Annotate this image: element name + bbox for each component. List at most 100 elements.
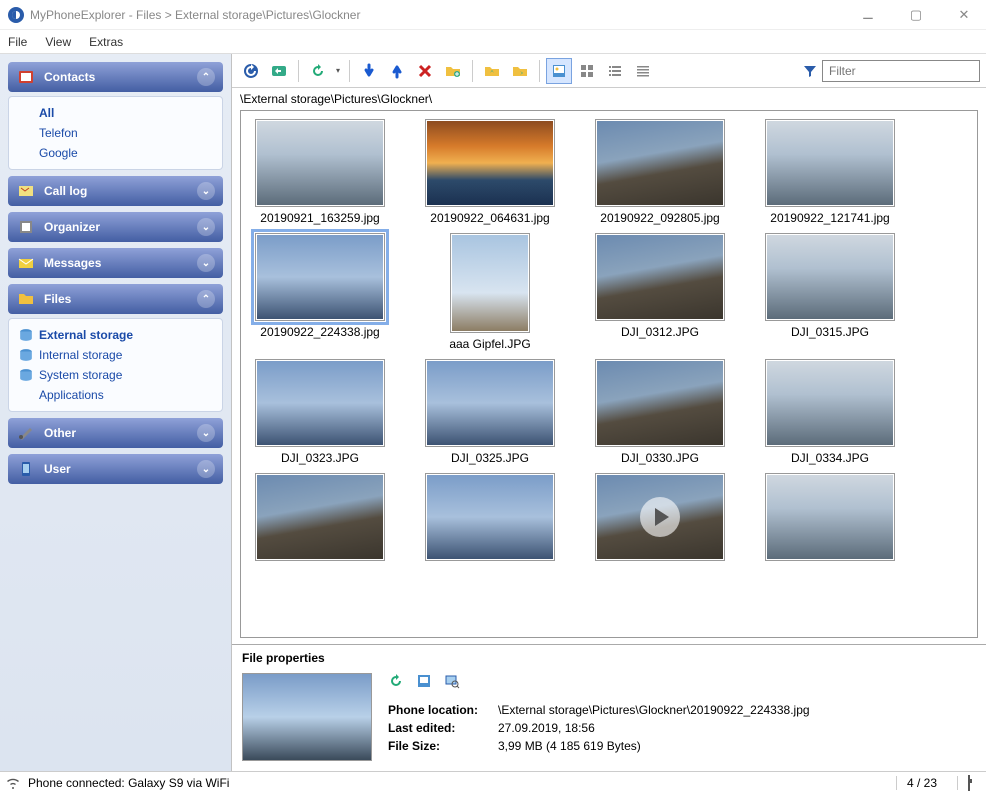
thumbnail[interactable] — [765, 233, 895, 321]
sidebar-item-internal-storage[interactable]: Internal storage — [19, 345, 212, 365]
file-item[interactable]: 20190922_121741.jpg — [755, 119, 905, 225]
thumbnail[interactable] — [595, 473, 725, 561]
window-maximize-icon[interactable]: ▢ — [902, 7, 930, 23]
file-item[interactable]: DJI_0312.JPG — [585, 233, 735, 351]
thumbnail[interactable] — [450, 233, 530, 333]
file-name: DJI_0312.JPG — [621, 325, 699, 339]
file-item[interactable]: aaa Gipfel.JPG — [415, 233, 565, 351]
sidebar-panel-other[interactable]: Other⌄ — [8, 418, 223, 448]
file-grid-container[interactable]: 20190921_163259.jpg 20190922_064631.jpg 20… — [240, 110, 978, 638]
battery-icon — [968, 775, 970, 791]
download-button[interactable] — [356, 58, 382, 84]
thumbnail[interactable] — [765, 119, 895, 207]
menu-file[interactable]: File — [6, 33, 29, 51]
organizer-icon — [16, 217, 36, 237]
prop-edited-label: Last edited: — [388, 721, 498, 735]
file-item[interactable] — [415, 473, 565, 561]
filter-input[interactable] — [822, 60, 980, 82]
menu-view[interactable]: View — [43, 33, 73, 51]
thumbnail[interactable] — [765, 473, 895, 561]
file-name: 20190922_224338.jpg — [260, 325, 379, 339]
thumbnail[interactable] — [765, 359, 895, 447]
thumbnail[interactable] — [595, 359, 725, 447]
sync-button[interactable] — [266, 58, 292, 84]
thumbnail[interactable] — [255, 119, 385, 207]
file-item[interactable]: DJI_0323.JPG — [245, 359, 395, 465]
sidebar-item-system-storage[interactable]: System storage — [19, 365, 212, 385]
upload-button[interactable] — [384, 58, 410, 84]
chevron-icon: ⌄ — [197, 182, 215, 200]
file-item[interactable]: DJI_0334.JPG — [755, 359, 905, 465]
folder-up-button[interactable] — [479, 58, 505, 84]
prop-edited-value: 27.09.2019, 18:56 — [498, 721, 595, 735]
prop-size-value: 3,99 MB (4 185 619 Bytes) — [498, 739, 641, 753]
chevron-icon: ⌃ — [197, 290, 215, 308]
panel-label: User — [44, 462, 71, 476]
window-minimize-icon[interactable]: ⚊ — [854, 7, 882, 23]
thumbnail[interactable] — [425, 473, 555, 561]
chevron-icon: ⌄ — [197, 254, 215, 272]
thumbnail[interactable] — [595, 119, 725, 207]
refresh-button[interactable] — [238, 58, 264, 84]
sidebar-item-google[interactable]: Google — [19, 143, 212, 163]
prop-open-icon[interactable] — [416, 673, 434, 691]
sidebar-item-label: Google — [39, 146, 78, 160]
file-item[interactable]: 20190922_224338.jpg — [245, 233, 395, 351]
panel-label: Files — [44, 292, 71, 306]
messages-icon — [16, 253, 36, 273]
file-item[interactable]: DJI_0315.JPG — [755, 233, 905, 351]
delete-button[interactable] — [412, 58, 438, 84]
refresh-folder-button[interactable] — [305, 58, 331, 84]
sidebar-item-telefon[interactable]: Telefon — [19, 123, 212, 143]
view-details-button[interactable] — [630, 58, 656, 84]
menu-extras[interactable]: Extras — [87, 33, 125, 51]
file-item[interactable] — [585, 473, 735, 561]
prop-search-icon[interactable] — [444, 673, 462, 691]
file-item[interactable]: DJI_0325.JPG — [415, 359, 565, 465]
thumbnail[interactable] — [595, 233, 725, 321]
storage-icon — [19, 368, 33, 382]
file-item[interactable]: 20190921_163259.jpg — [245, 119, 395, 225]
chevron-icon: ⌄ — [197, 218, 215, 236]
sidebar-panel-contacts[interactable]: Contacts⌃ — [8, 62, 223, 92]
other-icon — [16, 423, 36, 443]
folder-go-button[interactable] — [507, 58, 533, 84]
thumbnail[interactable] — [255, 473, 385, 561]
file-name: 20190922_064631.jpg — [430, 211, 549, 225]
wifi-icon — [6, 776, 20, 790]
thumbnail[interactable] — [425, 359, 555, 447]
status-bar: Phone connected: Galaxy S9 via WiFi 4 / … — [0, 771, 986, 793]
sidebar-panel-organizer[interactable]: Organizer⌄ — [8, 212, 223, 242]
sidebar-item-external-storage[interactable]: External storage — [19, 325, 212, 345]
dropdown-icon[interactable]: ▾ — [333, 66, 343, 75]
sidebar-panel-calllog[interactable]: Call log ⌄ — [8, 176, 223, 206]
new-folder-button[interactable] — [440, 58, 466, 84]
file-item[interactable]: 20190922_064631.jpg — [415, 119, 565, 225]
sidebar-panel-user[interactable]: User⌄ — [8, 454, 223, 484]
view-thumbnails-button[interactable] — [546, 58, 572, 84]
panel-label: Call log — [44, 184, 87, 198]
file-name: 20190921_163259.jpg — [260, 211, 379, 225]
sidebar-item-all[interactable]: All — [19, 103, 212, 123]
filter-icon — [802, 63, 818, 79]
sidebar-panel-files[interactable]: Files ⌃ — [8, 284, 223, 314]
file-item[interactable] — [245, 473, 395, 561]
sidebar-item-label: Internal storage — [39, 348, 122, 362]
file-name: DJI_0334.JPG — [791, 451, 869, 465]
thumbnail[interactable] — [255, 359, 385, 447]
sidebar-panel-messages[interactable]: Messages⌄ — [8, 248, 223, 278]
sidebar-item-label: System storage — [39, 368, 122, 382]
prop-refresh-icon[interactable] — [388, 673, 406, 691]
view-list-button[interactable] — [602, 58, 628, 84]
file-item[interactable] — [755, 473, 905, 561]
file-item[interactable]: 20190922_092805.jpg — [585, 119, 735, 225]
file-item[interactable]: DJI_0330.JPG — [585, 359, 735, 465]
window-close-icon[interactable]: ✕ — [950, 7, 978, 23]
panel-body-contacts: AllTelefon Google — [8, 96, 223, 170]
view-tiles-button[interactable] — [574, 58, 600, 84]
thumbnail[interactable] — [425, 119, 555, 207]
prop-size-label: File Size: — [388, 739, 498, 753]
thumbnail[interactable] — [255, 233, 385, 321]
panel-body-files: External storage Internal storage System s… — [8, 318, 223, 412]
sidebar-item-applications[interactable]: Applications — [19, 385, 212, 405]
